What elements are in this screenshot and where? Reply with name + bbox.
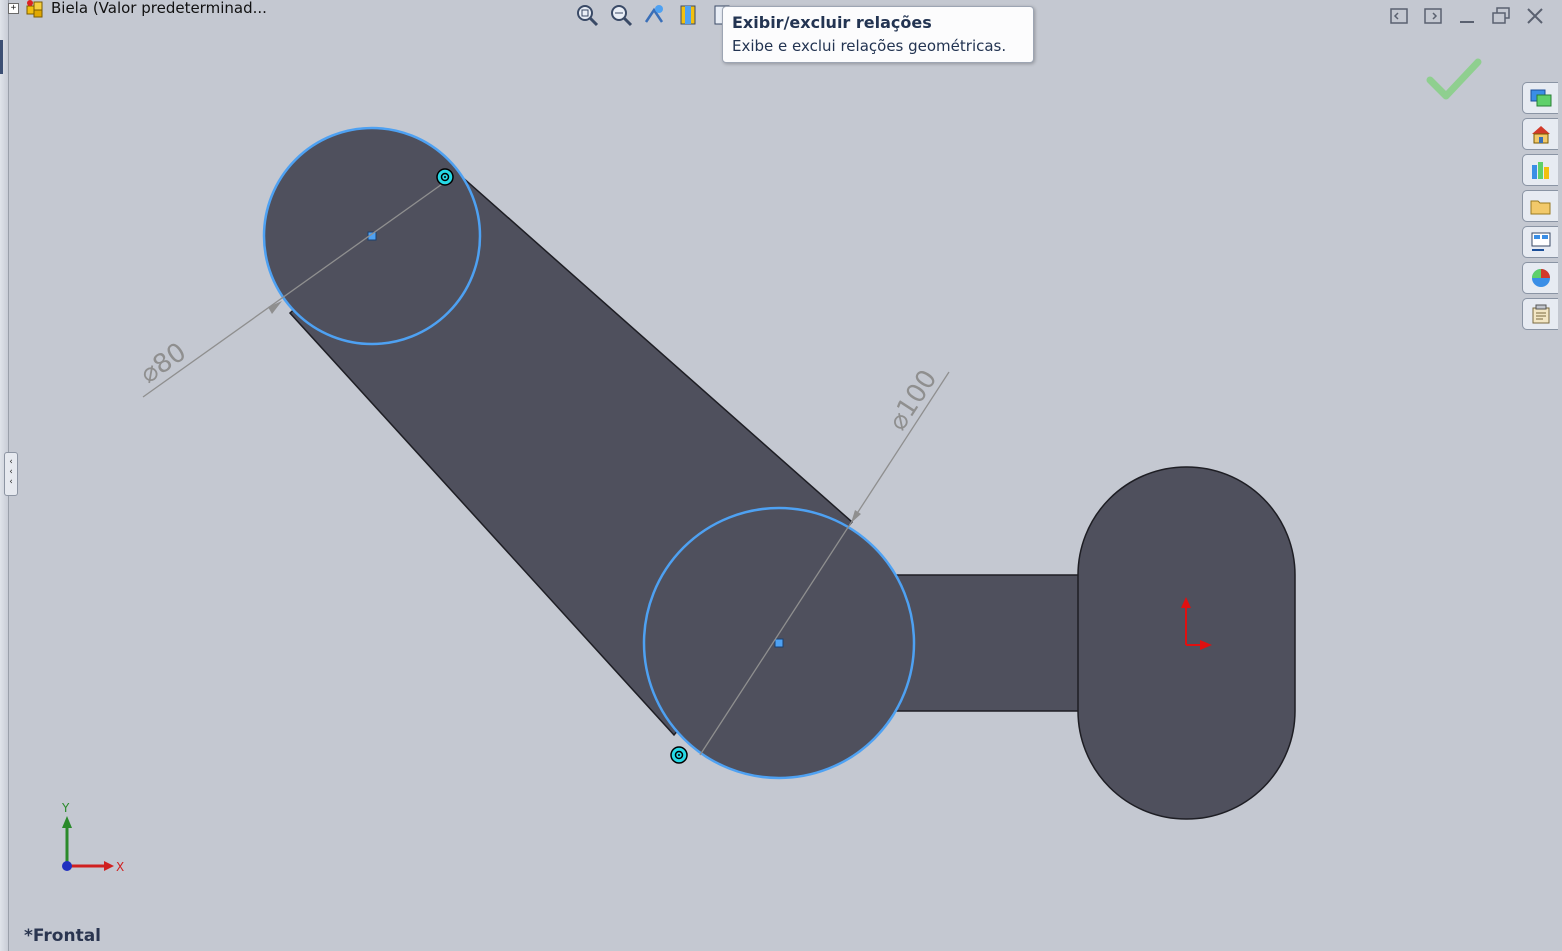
previous-view-icon[interactable] [642,2,668,28]
file-explorer-icon [1530,200,1550,215]
tile-right-icon[interactable] [1420,5,1446,27]
tooltip-description: Exibe e exclui relações geométricas. [732,37,1007,55]
restore-icon[interactable] [1488,5,1514,27]
window-controls [1378,5,1548,27]
tangent-relation-icon[interactable] [670,746,688,764]
part-icon [26,0,43,18]
solidworks-resources-icon [1530,89,1551,107]
document-title-bar: + Biela (Valor predeterminad... [8,0,267,26]
expand-tree-icon[interactable]: + [8,2,19,14]
task-pane-tab-appearances[interactable] [1522,262,1558,294]
graphics-area[interactable]: ⌀80 ⌀100 ‹ ‹ ‹ + Biela (Valor predetermi… [0,0,1562,951]
tooltip: Exibir/excluir relações Exibe e exclui r… [722,6,1034,63]
tooltip-title: Exibir/excluir relações [732,13,932,32]
triad-y-label: Y [61,801,70,815]
feature-tree-collapse-handle[interactable]: ‹ ‹ ‹ [4,452,18,496]
zoom-to-area-icon[interactable] [608,2,634,28]
minimize-icon[interactable] [1454,5,1480,27]
design-library-icon [1531,162,1549,179]
reference-triad: Y X [61,801,124,874]
task-pane-tab-custom-properties[interactable] [1522,298,1558,330]
view-orientation-label: *Frontal [24,926,102,946]
zoom-to-fit-icon[interactable] [574,2,600,28]
large-circle-center-point[interactable] [774,638,784,648]
appearances-icon [1531,269,1550,287]
custom-properties-icon [1532,304,1549,324]
task-pane-tab-file-explorer[interactable] [1522,190,1558,222]
task-pane-tab-home[interactable] [1522,118,1558,150]
task-pane-tab-resources[interactable] [1522,82,1558,114]
tangent-relation-icon[interactable] [436,168,454,186]
left-panel-marker [0,40,3,74]
document-title: Biela (Valor predeterminad... [51,0,267,17]
dimension-d100-label[interactable]: ⌀100 [883,365,944,436]
confirm-sketch-icon[interactable] [1424,54,1484,104]
tile-left-icon[interactable] [1386,5,1412,27]
view-palette-icon [1531,232,1550,251]
task-pane-tab-view-palette[interactable] [1522,226,1558,258]
close-icon[interactable] [1522,5,1548,27]
triad-x-label: X [116,860,124,874]
task-pane [1522,82,1562,334]
home-icon [1531,126,1550,144]
heads-up-view-toolbar [574,2,744,28]
task-pane-tab-design-library[interactable] [1522,154,1558,186]
sketch-canvas[interactable]: ⌀80 ⌀100 [0,0,1562,951]
section-view-icon[interactable] [676,2,702,28]
